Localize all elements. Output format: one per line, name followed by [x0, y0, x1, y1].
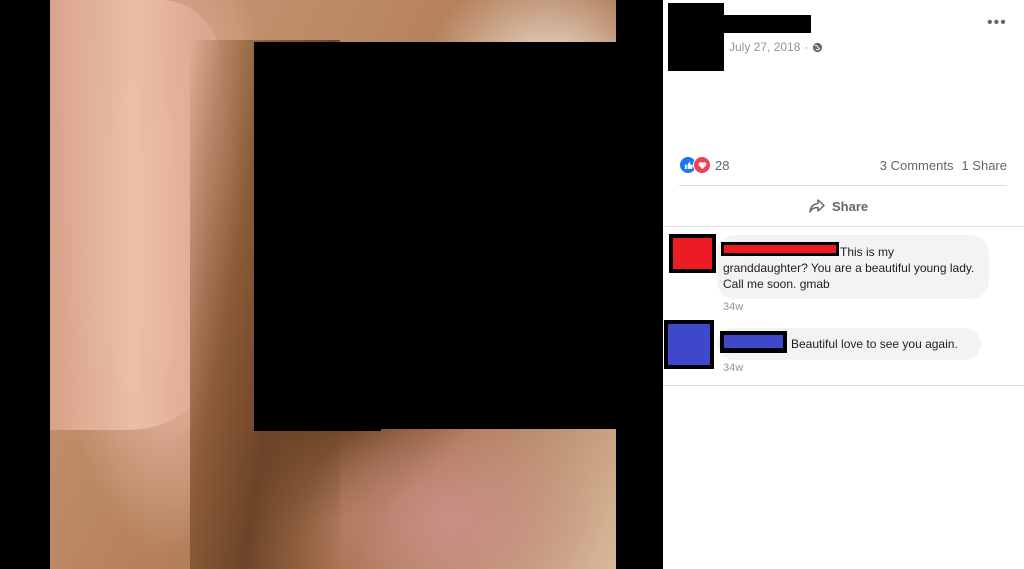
post-meta: July 27, 2018 ·: [729, 40, 823, 54]
author-avatar-redacted[interactable]: [668, 3, 724, 71]
reaction-count: 28: [715, 157, 730, 173]
meta-separator: ·: [804, 40, 809, 54]
divider: [663, 226, 1024, 227]
share-arrow-icon: [809, 199, 825, 213]
redaction-box-edge: [254, 420, 381, 431]
commenter-name-redacted[interactable]: [720, 331, 787, 353]
shares-count-link[interactable]: 1 Share: [961, 158, 1007, 173]
globe-icon[interactable]: [812, 42, 823, 53]
more-options-icon[interactable]: •••: [987, 14, 1007, 32]
commenter-name-redacted[interactable]: [721, 242, 839, 256]
share-label: Share: [832, 198, 869, 214]
post-stats: 28 3 Comments 1 Share: [679, 155, 1007, 175]
comment-time[interactable]: 34w: [723, 301, 743, 313]
comment-time[interactable]: 34w: [723, 362, 743, 374]
photo-viewer: [0, 0, 663, 569]
author-name-redacted[interactable]: [724, 15, 811, 33]
redaction-box: [254, 42, 616, 429]
divider: [663, 385, 1024, 386]
divider: [679, 185, 1007, 186]
comment-text: Beautiful love to see you again.: [791, 337, 958, 351]
commenter-avatar[interactable]: [664, 320, 714, 369]
share-button[interactable]: Share: [808, 196, 868, 216]
post-side-panel: July 27, 2018 · ••• 28 3 Comments 1 Shar…: [663, 0, 1024, 569]
commenter-avatar[interactable]: [669, 234, 716, 273]
love-icon: [693, 156, 711, 174]
post-date[interactable]: July 27, 2018: [729, 40, 800, 54]
reactions-summary[interactable]: 28: [679, 156, 729, 174]
comments-count-link[interactable]: 3 Comments: [880, 158, 954, 173]
